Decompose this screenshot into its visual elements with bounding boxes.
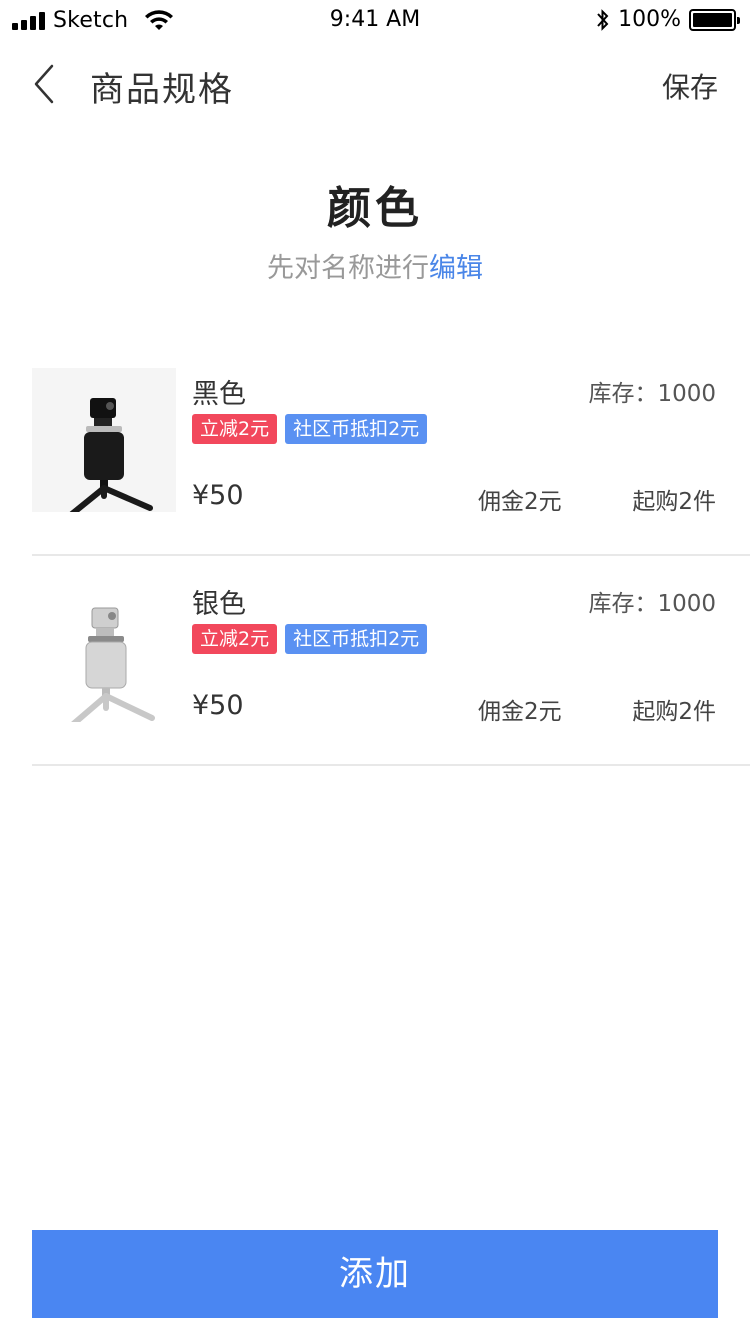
item-name: 银色: [192, 589, 246, 620]
list-item[interactable]: 黑色 库存：1000 立减2元 社区币抵扣2元 ¥50 佣金2元 起购2件: [32, 346, 750, 556]
spec-hint-text: 先对名称进行: [267, 253, 429, 284]
item-commission: 佣金2元: [478, 489, 562, 515]
edit-link[interactable]: 编辑: [429, 253, 483, 284]
battery-icon: [689, 8, 740, 31]
item-min-buy: 起购2件: [632, 489, 716, 515]
save-button[interactable]: 保存: [662, 66, 718, 106]
black-tripod-camera-icon: [32, 368, 176, 512]
list-item[interactable]: 银色 库存：1000 立减2元 社区币抵扣2元 ¥50 佣金2元 起购2件: [32, 556, 750, 766]
item-name: 黑色: [192, 379, 246, 410]
battery-cap: [737, 16, 740, 24]
discount-tag: 立减2元: [192, 414, 278, 444]
status-bar: Sketch 9:41 AM 100%: [0, 0, 750, 40]
item-stock: 库存：1000: [588, 381, 716, 407]
item-min-buy: 起购2件: [632, 699, 716, 725]
silver-tripod-camera-icon: [32, 578, 176, 722]
item-tags: 立减2元 社区币抵扣2元: [192, 624, 428, 654]
status-right: 100%: [596, 7, 740, 32]
battery-fill: [693, 12, 732, 27]
add-button[interactable]: 添加: [32, 1230, 718, 1318]
nav-bar: 商品规格 保存: [0, 40, 750, 128]
chevron-left-icon[interactable]: [28, 60, 64, 108]
spec-title: 颜色: [327, 183, 423, 234]
item-price: ¥50: [192, 690, 244, 721]
item-tags: 立减2元 社区币抵扣2元: [192, 414, 428, 444]
spec-hint: 先对名称进行编辑: [0, 246, 750, 285]
page-title: 商品规格: [90, 70, 234, 110]
item-price: ¥50: [192, 480, 244, 511]
battery-percent: 100%: [618, 7, 681, 32]
item-commission: 佣金2元: [478, 699, 562, 725]
item-stock: 库存：1000: [588, 591, 716, 617]
coin-deduct-tag: 社区币抵扣2元: [285, 624, 428, 654]
bluetooth-icon: [597, 8, 609, 31]
discount-tag: 立减2元: [192, 624, 278, 654]
coin-deduct-tag: 社区币抵扣2元: [285, 414, 428, 444]
